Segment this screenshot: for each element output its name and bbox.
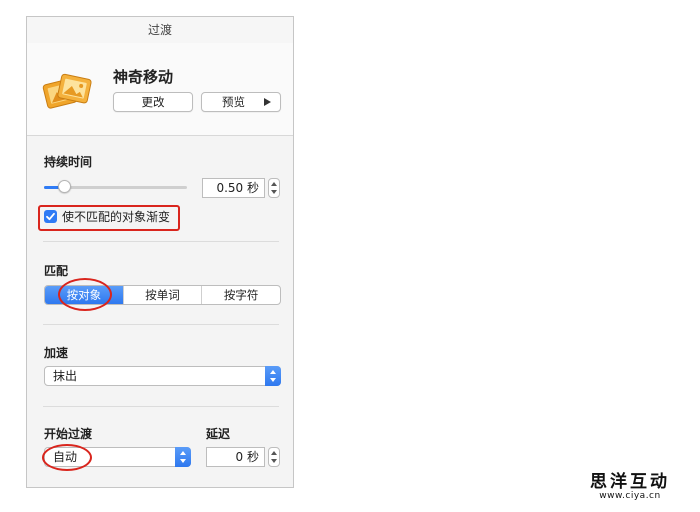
effect-name: 神奇移动 [113, 68, 174, 86]
play-icon [264, 98, 271, 106]
stepper-down-icon [271, 190, 277, 194]
stepper-up-icon [271, 182, 277, 186]
delay-label: 延迟 [206, 427, 231, 441]
watermark: 思洋互动 www.ciya.cn [590, 473, 670, 502]
popup-arrows-icon [175, 447, 191, 467]
transition-inspector-panel: 过渡 神奇移动 更改 预览 持续时间 0.50 秒 使不匹配的对象渐变 匹配 按… [26, 16, 294, 488]
change-effect-button[interactable]: 更改 [113, 92, 193, 112]
effect-header: 神奇移动 更改 预览 [27, 43, 293, 136]
panel-title: 过渡 [27, 17, 293, 44]
section-divider [43, 324, 279, 325]
start-transition-label: 开始过渡 [44, 427, 93, 441]
popup-arrows-icon [265, 366, 281, 386]
stepper-down-icon [271, 459, 277, 463]
duration-stepper[interactable] [268, 178, 280, 198]
stepper-up-icon [271, 451, 277, 455]
acceleration-popup[interactable]: 抹出 [44, 366, 281, 386]
highlight-oval [42, 444, 92, 471]
preview-button-label: 预览 [222, 95, 245, 109]
watermark-logo-text: 思洋互动 [590, 472, 670, 492]
watermark-url: www.ciya.cn [599, 491, 661, 501]
highlight-rectangle [38, 205, 180, 231]
preview-button[interactable]: 预览 [201, 92, 281, 112]
magic-move-icon [42, 69, 92, 115]
delay-field[interactable]: 0 秒 [206, 447, 265, 467]
acceleration-value: 抹出 [53, 369, 78, 383]
segment-by-character[interactable]: 按字符 [201, 286, 280, 304]
section-divider [43, 241, 279, 242]
duration-label: 持续时间 [44, 155, 93, 169]
match-label: 匹配 [44, 264, 69, 278]
highlight-oval [58, 278, 112, 311]
duration-field[interactable]: 0.50 秒 [202, 178, 265, 198]
acceleration-label: 加速 [44, 346, 69, 360]
segment-by-word[interactable]: 按单词 [122, 286, 202, 304]
delay-stepper[interactable] [268, 447, 280, 467]
duration-slider-knob[interactable] [58, 180, 72, 193]
section-divider [43, 406, 279, 407]
